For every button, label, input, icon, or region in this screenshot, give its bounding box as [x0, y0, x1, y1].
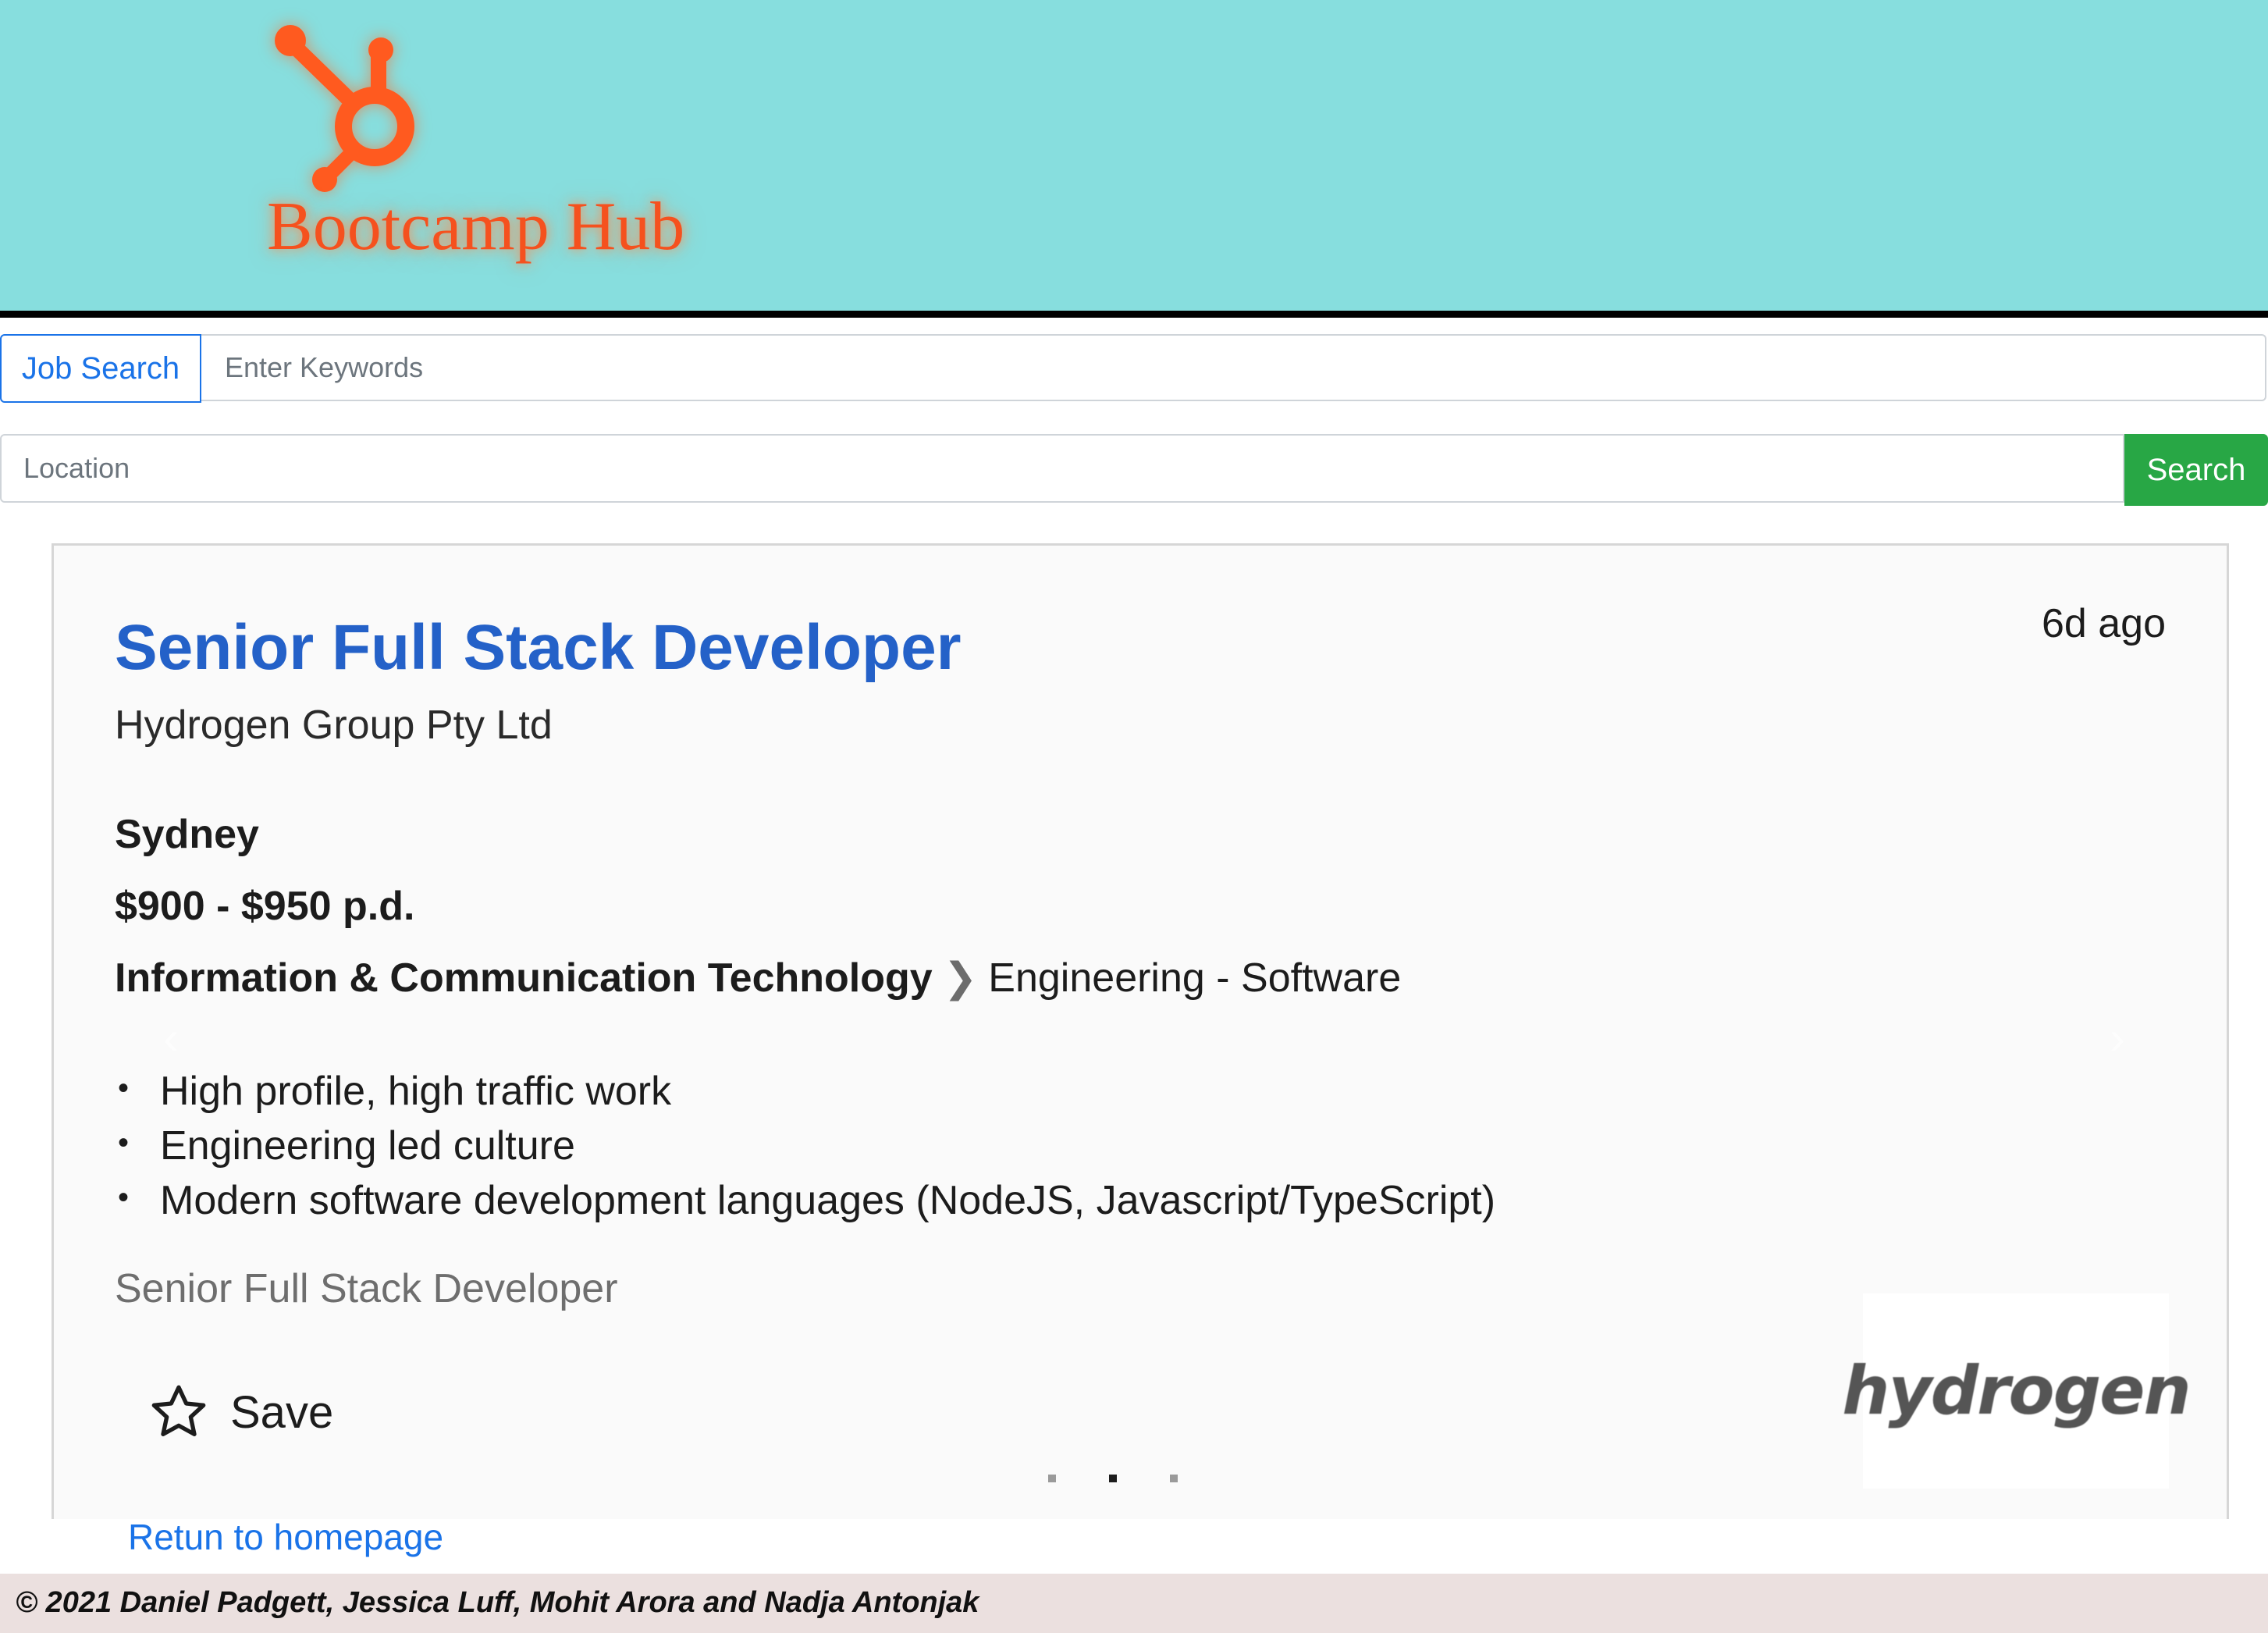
classification-subcategory: Engineering - Software: [988, 955, 1402, 1001]
keywords-input[interactable]: [201, 334, 2266, 401]
carousel-indicators: [1022, 1475, 1204, 1482]
save-job-button[interactable]: Save: [148, 1381, 333, 1443]
job-title[interactable]: Senior Full Stack Developer: [115, 611, 962, 685]
search-button[interactable]: Search: [2124, 434, 2268, 506]
save-label: Save: [230, 1386, 334, 1438]
highlight-item: Modern software development languages (N…: [115, 1170, 1495, 1228]
job-salary: $900 - $950 p.d.: [115, 884, 415, 929]
site-footer: © 2021 Daniel Padgett, Jessica Luff, Moh…: [0, 1574, 2268, 1633]
job-location: Sydney: [115, 812, 259, 857]
carousel-indicator[interactable]: [1040, 1475, 1064, 1482]
star-outline-icon: [151, 1385, 206, 1436]
company-logo: hydrogen: [1842, 1293, 2192, 1489]
hubspot-sprocket-icon: [275, 25, 414, 192]
job-highlights: High profile, high traffic work Engineer…: [115, 1061, 1495, 1228]
brand-name: Bootcamp Hub: [267, 189, 685, 265]
classification-category: Information & Communication Technology: [115, 955, 933, 1001]
company-name: Hydrogen Group Pty Ltd: [115, 703, 553, 748]
job-search-button[interactable]: Job Search: [0, 334, 201, 403]
carousel-prev-button[interactable]: ‹: [148, 1006, 194, 1069]
job-classification: Information & Communication Technology ❯ E…: [115, 955, 1401, 1002]
carousel-indicator[interactable]: [1162, 1475, 1186, 1482]
site-header: Bootcamp Hub: [0, 0, 2268, 311]
header-divider: [0, 311, 2268, 318]
job-teaser: Senior Full Stack Developer: [115, 1266, 618, 1311]
return-homepage-link[interactable]: Retun to homepage: [128, 1516, 443, 1558]
copyright-text: © 2021 Daniel Padgett, Jessica Luff, Moh…: [16, 1586, 979, 1619]
location-input[interactable]: [0, 434, 2124, 503]
keyword-search-row: Job Search: [0, 334, 2268, 403]
job-card-carousel: Senior Full Stack Developer 6d ago Hydro…: [52, 543, 2229, 1519]
posted-date: 6d ago: [2041, 601, 2166, 646]
company-logo-text: hydrogen: [1842, 1352, 2191, 1430]
chevron-right-icon: ❯: [943, 955, 978, 1001]
location-search-row: Search: [0, 434, 2268, 506]
carousel-next-button[interactable]: ›: [2094, 1006, 2141, 1069]
carousel-indicator-active[interactable]: [1101, 1475, 1125, 1482]
highlight-item: High profile, high traffic work: [115, 1061, 1495, 1119]
highlight-item: Engineering led culture: [115, 1115, 1495, 1173]
